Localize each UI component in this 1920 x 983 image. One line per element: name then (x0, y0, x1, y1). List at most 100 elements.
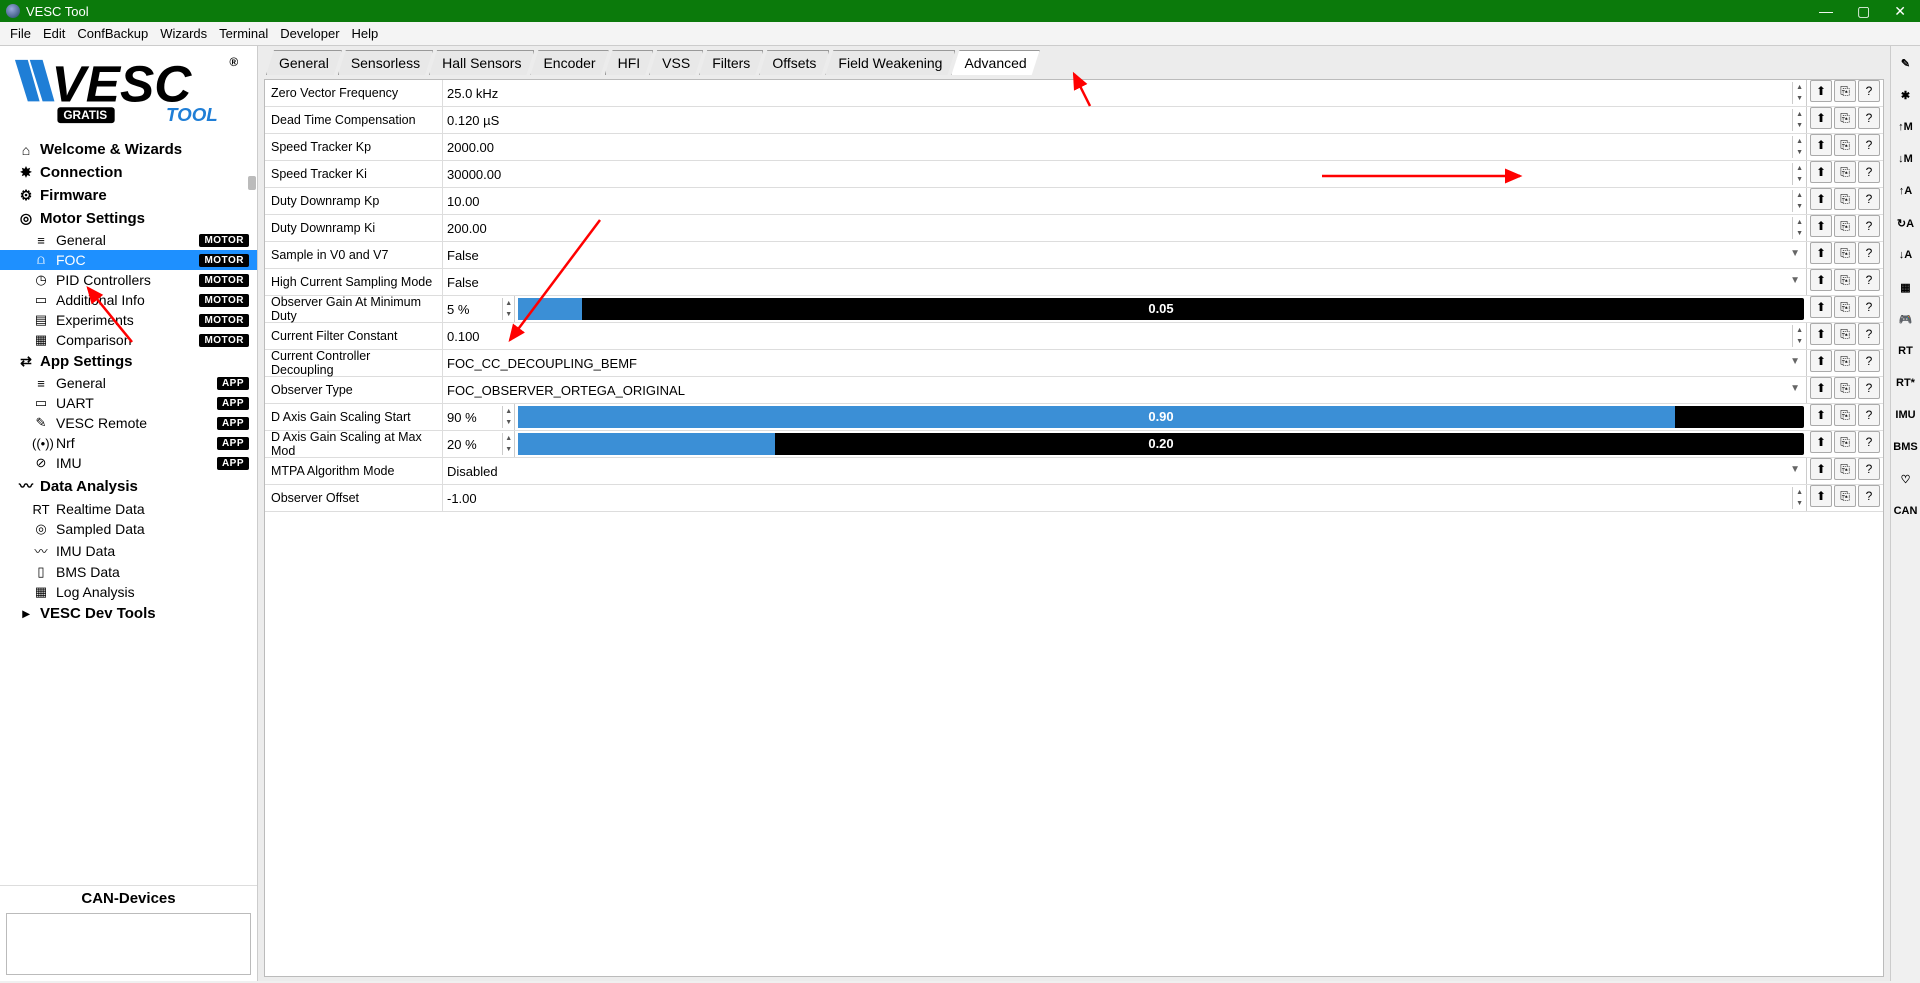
spinbox[interactable]: ▲▼ (502, 433, 514, 455)
value-select[interactable]: FOC_CC_DECOUPLING_BEMF▼ (443, 350, 1807, 376)
upload-icon[interactable]: ⬆ (1810, 377, 1832, 399)
can-devices-list[interactable] (6, 913, 251, 975)
value-input[interactable]: ▲▼ (443, 80, 1807, 106)
rtool-m[interactable]: ↓M (1895, 148, 1917, 170)
rtool-a[interactable]: ↑A (1895, 180, 1917, 202)
scrollbar[interactable] (247, 176, 257, 941)
rtool-imu[interactable]: IMU (1895, 404, 1917, 426)
read-icon[interactable]: ⎘ (1834, 134, 1856, 156)
tab-field-weakening[interactable]: Field Weakening (825, 50, 955, 75)
value-input[interactable]: ▲▼ (443, 134, 1807, 160)
upload-icon[interactable]: ⬆ (1810, 134, 1832, 156)
read-icon[interactable]: ⎘ (1834, 350, 1856, 372)
spinbox[interactable]: ▲▼ (1792, 109, 1806, 131)
item-realtime-data[interactable]: RTRealtime Data (0, 499, 257, 519)
value-input[interactable]: ▲▼ (443, 431, 515, 457)
read-icon[interactable]: ⎘ (1834, 161, 1856, 183)
value-select[interactable]: False▼ (443, 269, 1807, 295)
upload-icon[interactable]: ⬆ (1810, 242, 1832, 264)
cat-vesc-dev-tools[interactable]: ▸VESC Dev Tools (0, 602, 257, 625)
tab-vss[interactable]: VSS (649, 50, 703, 75)
spinbox[interactable]: ▲▼ (1792, 190, 1806, 212)
item-foc[interactable]: ⩍FOCMOTOR (0, 250, 257, 270)
rtool-rt[interactable]: RT* (1895, 372, 1917, 394)
upload-icon[interactable]: ⬆ (1810, 161, 1832, 183)
read-icon[interactable]: ⎘ (1834, 80, 1856, 102)
read-icon[interactable]: ⎘ (1834, 188, 1856, 210)
slider[interactable]: 0.90 (518, 406, 1804, 428)
item-imu[interactable]: ⊘IMUAPP (0, 453, 257, 473)
help-icon[interactable]: ? (1858, 323, 1880, 345)
read-icon[interactable]: ⎘ (1834, 404, 1856, 426)
help-icon[interactable]: ? (1858, 242, 1880, 264)
read-icon[interactable]: ⎘ (1834, 215, 1856, 237)
help-icon[interactable]: ? (1858, 350, 1880, 372)
slider[interactable]: 0.05 (518, 298, 1804, 320)
spinbox[interactable]: ▲▼ (1792, 82, 1806, 104)
cat-firmware[interactable]: ⚙Firmware (0, 184, 257, 207)
menu-file[interactable]: File (10, 26, 31, 41)
upload-icon[interactable]: ⬆ (1810, 107, 1832, 129)
value-input[interactable]: ▲▼ (443, 323, 1807, 349)
tab-hall-sensors[interactable]: Hall Sensors (429, 50, 534, 75)
read-icon[interactable]: ⎘ (1834, 242, 1856, 264)
item-pid-controllers[interactable]: ◷PID ControllersMOTOR (0, 270, 257, 290)
item-sampled-data[interactable]: ◎Sampled Data (0, 519, 257, 539)
item-additional-info[interactable]: ▭Additional InfoMOTOR (0, 290, 257, 310)
minimize-button[interactable]: — (1819, 3, 1833, 20)
cat-motor-settings[interactable]: ◎Motor Settings (0, 207, 257, 230)
spinbox[interactable]: ▲▼ (1792, 163, 1806, 185)
value-select[interactable]: False▼ (443, 242, 1807, 268)
upload-icon[interactable]: ⬆ (1810, 350, 1832, 372)
read-icon[interactable]: ⎘ (1834, 485, 1856, 507)
item-log-analysis[interactable]: ▦Log Analysis (0, 582, 257, 602)
help-icon[interactable]: ? (1858, 161, 1880, 183)
item-imu-data[interactable]: 〰IMU Data (0, 539, 257, 562)
value-input[interactable]: ▲▼ (443, 161, 1807, 187)
spinbox[interactable]: ▲▼ (1792, 217, 1806, 239)
value-input[interactable]: ▲▼ (443, 188, 1807, 214)
help-icon[interactable]: ? (1858, 485, 1880, 507)
menu-help[interactable]: Help (352, 26, 379, 41)
help-icon[interactable]: ? (1858, 377, 1880, 399)
tab-filters[interactable]: Filters (699, 50, 763, 75)
menu-wizards[interactable]: Wizards (160, 26, 207, 41)
rtool-a[interactable]: ↻A (1895, 212, 1917, 234)
rtool-[interactable]: ✱ (1895, 84, 1917, 106)
item-experiments[interactable]: ▤ExperimentsMOTOR (0, 310, 257, 330)
menu-developer[interactable]: Developer (280, 26, 339, 41)
rtool-[interactable]: ✎ (1895, 52, 1917, 74)
read-icon[interactable]: ⎘ (1834, 458, 1856, 480)
help-icon[interactable]: ? (1858, 269, 1880, 291)
upload-icon[interactable]: ⬆ (1810, 296, 1832, 318)
help-icon[interactable]: ? (1858, 215, 1880, 237)
item-vesc-remote[interactable]: ✎VESC RemoteAPP (0, 413, 257, 433)
value-input[interactable]: ▲▼ (443, 107, 1807, 133)
upload-icon[interactable]: ⬆ (1810, 269, 1832, 291)
value-input[interactable]: ▲▼ (443, 296, 515, 322)
item-comparison[interactable]: ▦ComparisonMOTOR (0, 330, 257, 350)
upload-icon[interactable]: ⬆ (1810, 80, 1832, 102)
read-icon[interactable]: ⎘ (1834, 296, 1856, 318)
spinbox[interactable]: ▲▼ (502, 298, 514, 320)
help-icon[interactable]: ? (1858, 404, 1880, 426)
upload-icon[interactable]: ⬆ (1810, 485, 1832, 507)
rtool-a[interactable]: ↓A (1895, 244, 1917, 266)
rtool-bms[interactable]: BMS (1895, 436, 1917, 458)
cat-app-settings[interactable]: ⇄App Settings (0, 350, 257, 373)
help-icon[interactable]: ? (1858, 296, 1880, 318)
help-icon[interactable]: ? (1858, 134, 1880, 156)
upload-icon[interactable]: ⬆ (1810, 458, 1832, 480)
upload-icon[interactable]: ⬆ (1810, 188, 1832, 210)
item-nrf[interactable]: ((•))NrfAPP (0, 433, 257, 453)
rtool-[interactable]: ▦ (1895, 276, 1917, 298)
spinbox[interactable]: ▲▼ (1792, 136, 1806, 158)
menu-edit[interactable]: Edit (43, 26, 65, 41)
upload-icon[interactable]: ⬆ (1810, 431, 1832, 453)
tab-encoder[interactable]: Encoder (530, 50, 608, 75)
value-input[interactable]: ▲▼ (443, 404, 515, 430)
read-icon[interactable]: ⎘ (1834, 377, 1856, 399)
help-icon[interactable]: ? (1858, 188, 1880, 210)
rtool-[interactable]: 🎮 (1895, 308, 1917, 330)
cat-connection[interactable]: ✸Connection (0, 161, 257, 184)
